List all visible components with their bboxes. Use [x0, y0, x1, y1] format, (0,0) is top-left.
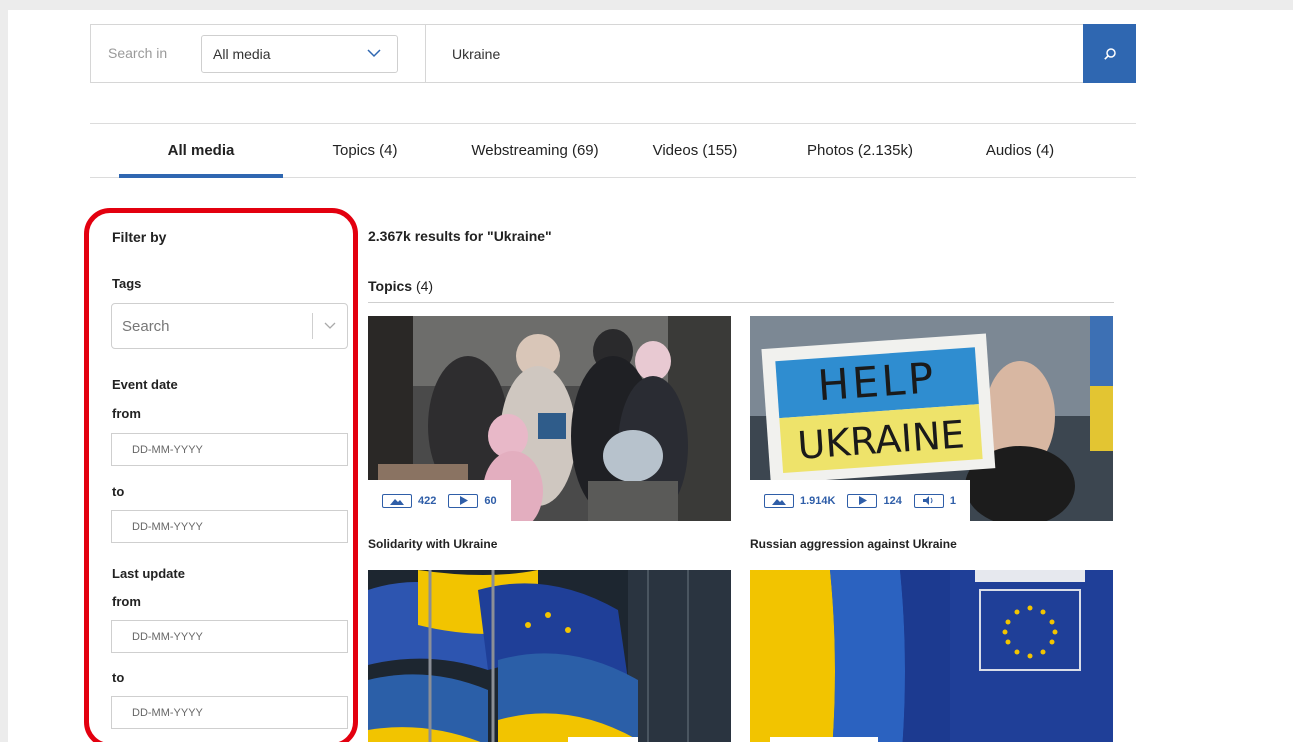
search-icon [1103, 47, 1116, 60]
media-type-selected: All media [213, 46, 271, 62]
video-count-value: 124 [883, 494, 902, 507]
event-date-from-label: from [112, 406, 141, 421]
search-in-label: Search in [108, 45, 168, 61]
search-divider [425, 25, 426, 82]
video-count: 124 [847, 493, 902, 508]
results-summary: 2.367k results for "Ukraine" [368, 228, 552, 244]
tab-photos[interactable]: Photos (2.135k) [790, 124, 930, 177]
video-count-value: 60 [484, 494, 497, 507]
event-date-label: Event date [112, 377, 178, 392]
tags-select[interactable]: Search [111, 303, 348, 349]
audio-count: 1 [913, 493, 956, 508]
last-update-to-input[interactable] [111, 696, 348, 729]
search-button[interactable] [1083, 24, 1136, 83]
photo-icon [764, 493, 794, 508]
search-input[interactable] [436, 35, 1036, 73]
tags-select-separator [312, 313, 313, 339]
filter-heading: Filter by [112, 229, 167, 245]
photo-icon [382, 493, 412, 508]
topic-stats: 1.914K 124 1 [750, 480, 970, 521]
event-date-to-label: to [112, 484, 125, 499]
topic-thumbnail-flags[interactable] [368, 570, 731, 742]
audio-count-value: 1 [949, 494, 956, 507]
last-update-from-label: from [112, 594, 141, 609]
media-tabs: All media Topics (4) Webstreaming (69) V… [90, 123, 1136, 178]
play-icon [847, 493, 878, 508]
topics-section-count: (4) [415, 278, 434, 294]
chevron-down-icon [324, 322, 336, 329]
topic-title[interactable]: Solidarity with Ukraine [368, 537, 497, 551]
topic-stats: 422 60 [368, 480, 511, 521]
topics-section-title: Topics (4) [368, 278, 433, 294]
last-update-to-label: to [112, 670, 125, 685]
topics-section-name: Topics [368, 278, 413, 294]
play-icon [448, 493, 479, 508]
section-divider [368, 302, 1114, 303]
video-count: 60 [448, 493, 497, 508]
page: Search in All media All media Topics (4)… [8, 10, 1293, 742]
photo-count-value: 422 [418, 494, 437, 507]
tab-topics[interactable]: Topics (4) [315, 124, 415, 177]
chevron-down-icon [367, 49, 381, 58]
topic-title[interactable]: Russian aggression against Ukraine [750, 537, 957, 551]
tab-all-media[interactable]: All media [119, 124, 283, 178]
tab-webstreaming[interactable]: Webstreaming (69) [455, 124, 615, 177]
tags-placeholder: Search [122, 318, 170, 335]
svg-text:HELP: HELP [816, 353, 938, 410]
media-type-select[interactable]: All media [201, 35, 398, 73]
photo-count-value: 1.914K [800, 494, 836, 507]
tab-videos[interactable]: Videos (155) [640, 124, 750, 177]
speaker-icon [913, 493, 944, 508]
photo-count: 1.914K [764, 493, 836, 508]
event-date-from-input[interactable] [111, 433, 348, 466]
tab-audios[interactable]: Audios (4) [970, 124, 1070, 177]
photo-count: 422 [382, 493, 437, 508]
topic-thumbnail-eu-ukraine-flag[interactable] [750, 570, 1113, 742]
event-date-to-input[interactable] [111, 510, 348, 543]
last-update-from-input[interactable] [111, 620, 348, 653]
search-bar: Search in All media [90, 24, 1136, 83]
tags-label: Tags [112, 276, 142, 291]
last-update-label: Last update [112, 566, 185, 581]
